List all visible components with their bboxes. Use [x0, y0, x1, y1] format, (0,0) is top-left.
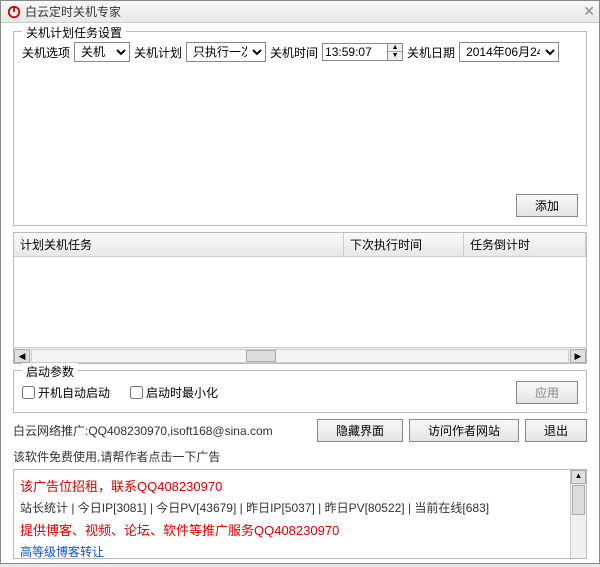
shutdown-plan-select[interactable]: 只执行一次	[186, 42, 266, 62]
shutdown-date-select[interactable]: 2014年06月24日	[459, 42, 559, 62]
table-body	[14, 257, 586, 347]
time-spinner[interactable]: ▲▼	[388, 43, 403, 61]
app-icon	[7, 5, 21, 19]
task-settings-group: 关机计划任务设置 关机选项 关机 关机计划 只执行一次 关机时间 ▲▼ 关机日期…	[13, 31, 587, 226]
ad-stats-text: 站长统计 | 今日IP[3081] | 今日PV[43679] | 昨日IP[5…	[20, 499, 580, 516]
minimize-checkbox[interactable]	[130, 386, 143, 399]
close-icon[interactable]: ✕	[583, 3, 595, 20]
horizontal-scrollbar[interactable]: ◀ ▶	[14, 347, 586, 363]
shutdown-date-label: 关机日期	[407, 44, 455, 61]
spinner-down-icon[interactable]: ▼	[388, 52, 402, 60]
task-settings-body	[22, 70, 578, 190]
auto-start-checkbox[interactable]	[22, 386, 35, 399]
table-header: 计划关机任务 下次执行时间 任务倒计时	[14, 233, 586, 257]
window-title: 白云定时关机专家	[25, 3, 593, 20]
promo-text: 白云网络推广:QQ408230970,isoft168@sina.com	[13, 422, 311, 439]
task-settings-legend: 关机计划任务设置	[22, 24, 126, 41]
ad-service-text: 提供博客、视频、论坛、软件等推广服务QQ408230970	[20, 520, 580, 539]
exit-button[interactable]: 退出	[525, 419, 587, 442]
shutdown-plan-label: 关机计划	[134, 44, 182, 61]
ad-scroll-thumb[interactable]	[572, 485, 585, 515]
launch-params-legend: 启动参数	[22, 363, 78, 380]
scroll-up-icon[interactable]: ▲	[571, 470, 586, 484]
auto-start-label: 开机自动启动	[38, 384, 110, 401]
free-use-prompt: 该软件免费使用,请帮作者点击一下广告	[13, 448, 587, 465]
minimize-label: 启动时最小化	[146, 384, 218, 401]
scroll-thumb[interactable]	[246, 350, 276, 362]
titlebar: 白云定时关机专家 ✕	[1, 1, 599, 23]
ad-rent-text: 该广告位招租，联系QQ408230970	[20, 476, 580, 495]
launch-params-group: 启动参数 开机自动启动 启动时最小化 应用	[13, 370, 587, 413]
apply-button[interactable]: 应用	[516, 381, 578, 404]
hide-ui-button[interactable]: 隐藏界面	[317, 419, 403, 442]
add-button[interactable]: 添加	[516, 194, 578, 217]
ad-box: 该广告位招租，联系QQ408230970 站长统计 | 今日IP[3081] |…	[13, 469, 587, 559]
col-next-time[interactable]: 下次执行时间	[344, 233, 464, 256]
shutdown-option-select[interactable]: 关机	[74, 42, 130, 62]
task-table: 计划关机任务 下次执行时间 任务倒计时 ◀ ▶	[13, 232, 587, 364]
visit-author-button[interactable]: 访问作者网站	[409, 419, 519, 442]
col-countdown[interactable]: 任务倒计时	[464, 233, 586, 256]
ad-blog-link[interactable]: 高等级博客转让	[20, 543, 580, 559]
ad-vertical-scrollbar[interactable]: ▲	[570, 470, 586, 558]
scroll-track[interactable]	[31, 349, 569, 363]
scroll-right-icon[interactable]: ▶	[570, 349, 586, 363]
shutdown-option-label: 关机选项	[22, 44, 70, 61]
shutdown-time-label: 关机时间	[270, 44, 318, 61]
spinner-up-icon[interactable]: ▲	[388, 44, 402, 52]
shutdown-time-input[interactable]	[322, 43, 388, 61]
col-task[interactable]: 计划关机任务	[14, 233, 344, 256]
scroll-left-icon[interactable]: ◀	[14, 349, 30, 363]
